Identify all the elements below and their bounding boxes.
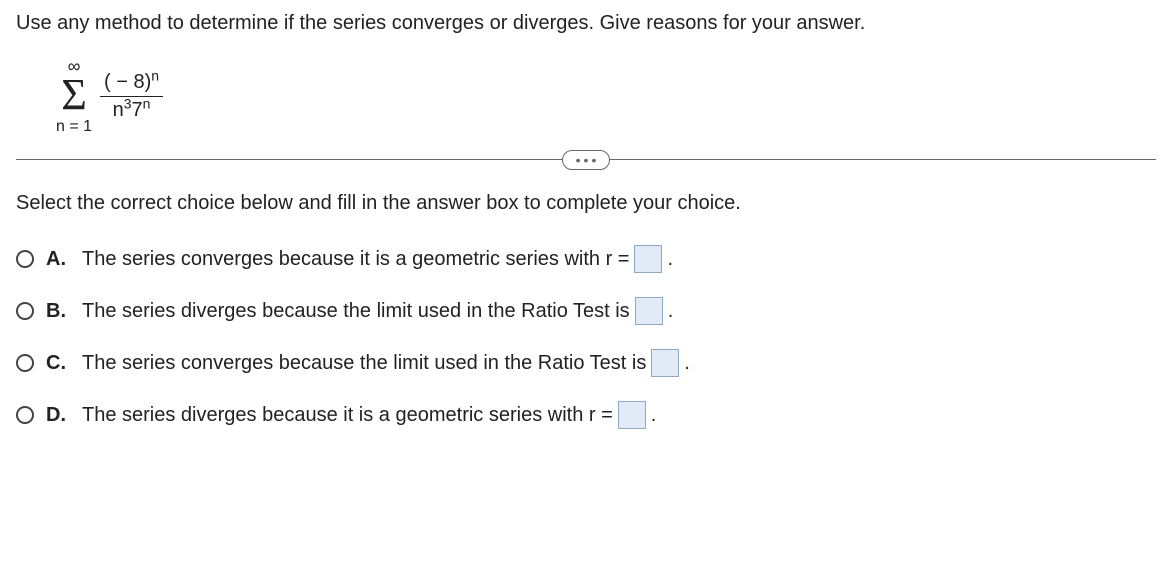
radio-a[interactable] (16, 250, 34, 268)
denominator: n37n (109, 97, 155, 122)
instruction-text: Select the correct choice below and fill… (16, 192, 1156, 215)
choice-a: A. The series converges because it is a … (16, 245, 1156, 273)
choice-text: The series diverges because the limit us… (82, 300, 630, 323)
choice-letter: B. (46, 300, 70, 323)
choice-b: B. The series diverges because the limit… (16, 297, 1156, 325)
sigma-lower: n = 1 (56, 119, 92, 135)
answer-box-c[interactable] (651, 349, 679, 377)
expand-ellipsis-icon[interactable]: ••• (562, 150, 610, 170)
choice-text: The series diverges because it is a geom… (82, 404, 613, 427)
radio-b[interactable] (16, 302, 34, 320)
radio-c[interactable] (16, 354, 34, 372)
choice-d: D. The series diverges because it is a g… (16, 401, 1156, 429)
question-text: Use any method to determine if the serie… (16, 12, 1156, 35)
choice-text: The series converges because it is a geo… (82, 248, 629, 271)
choice-suffix: . (668, 300, 674, 323)
series-formula: ∞ Σ n = 1 ( − 8)n n37n (16, 55, 1156, 135)
choice-text: The series converges because the limit u… (82, 352, 646, 375)
fraction: ( − 8)n n37n (100, 71, 163, 122)
choice-suffix: . (651, 404, 657, 427)
choice-suffix: . (684, 352, 690, 375)
radio-d[interactable] (16, 406, 34, 424)
sigma-symbol: Σ (61, 73, 87, 117)
choices-group: A. The series converges because it is a … (16, 245, 1156, 429)
numerator: ( − 8)n (100, 71, 163, 97)
choice-c: C. The series converges because the limi… (16, 349, 1156, 377)
choice-letter: A. (46, 248, 70, 271)
section-divider: ••• (16, 159, 1156, 160)
answer-box-d[interactable] (618, 401, 646, 429)
choice-letter: C. (46, 352, 70, 375)
answer-box-a[interactable] (634, 245, 662, 273)
choice-letter: D. (46, 404, 70, 427)
answer-box-b[interactable] (635, 297, 663, 325)
choice-suffix: . (667, 248, 673, 271)
